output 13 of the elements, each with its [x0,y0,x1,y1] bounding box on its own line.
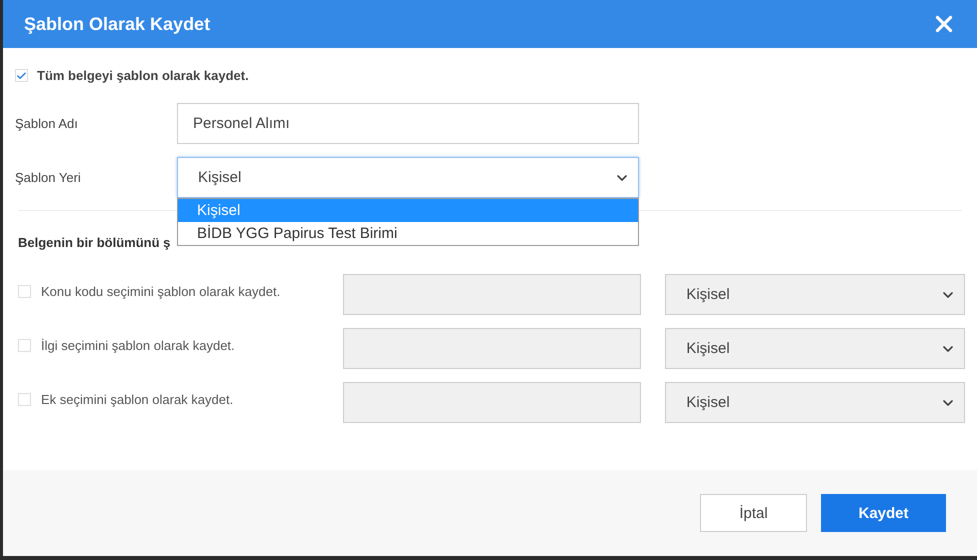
field-label: Şablon Adı [15,116,79,131]
field-label: Şablon Yeri [15,170,82,185]
dialog-title: Şablon Olarak Kaydet [24,14,210,34]
section-heading: Belgenin bir bölümünü ş [18,235,170,250]
template-name-field[interactable]: Personel Alımı [177,103,639,144]
checkbox-label: Konu kodu seçimini şablon olarak kaydet. [41,284,280,299]
checkbox-label: Tüm belgeyi şablon olarak kaydet. [37,68,249,83]
checkbox-label: Ek seçimini şablon olarak kaydet. [41,392,234,407]
checkbox-label: İlgi seçimini şablon olarak kaydet. [41,338,235,353]
save-button[interactable]: Kaydet [821,494,946,532]
cancel-button[interactable]: İptal [700,494,807,532]
location-select[interactable]: Kişisel [177,157,639,198]
checkbox[interactable] [15,69,28,82]
